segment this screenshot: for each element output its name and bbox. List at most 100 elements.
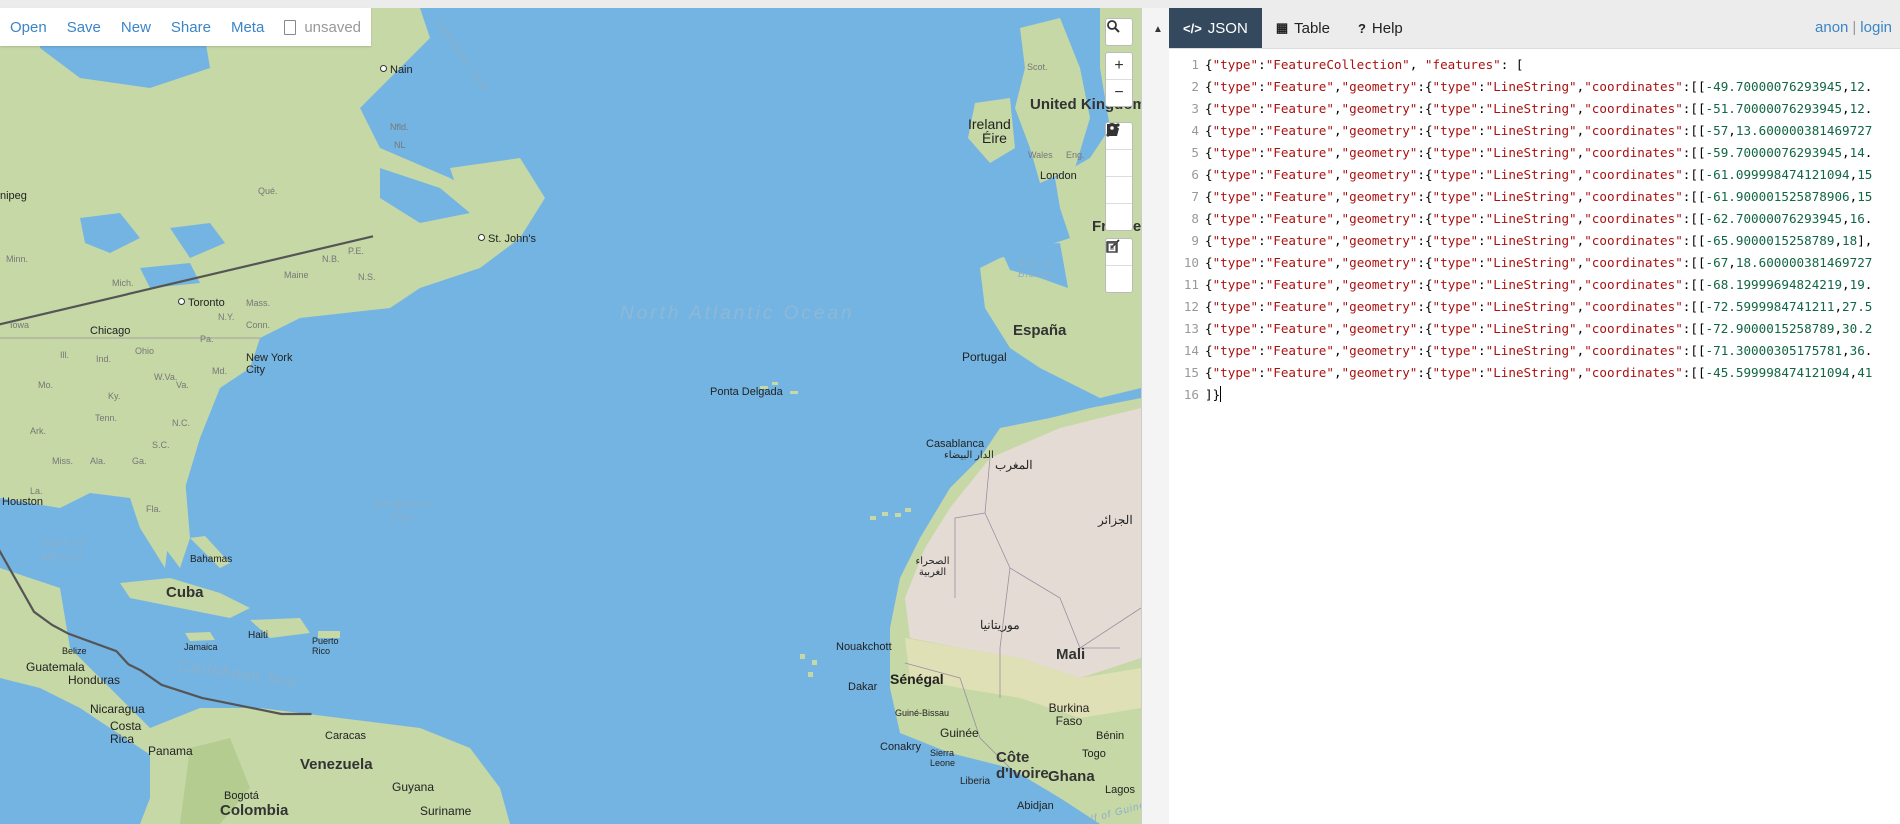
editor-line[interactable]: 6 {"type":"Feature","geometry":{"type":"L… [1169,164,1900,186]
label-que: Qué. [258,186,278,196]
label-dakar: Dakar [848,681,878,693]
editor-line[interactable]: 12 {"type":"Feature","geometry":{"type":"… [1169,296,1900,318]
zoom-control[interactable]: + − [1105,52,1133,107]
editor-line[interactable]: 4 {"type":"Feature","geometry":{"type":"L… [1169,120,1900,142]
jamaica [185,632,215,641]
label-iowa: Iowa [10,320,30,330]
line-number: 6 [1191,167,1199,182]
map[interactable]: Labrador Sea North Atlantic Ocean Sargas… [0,8,1141,824]
label-mali: Mali [1056,646,1086,663]
label-mo: Mo. [38,380,54,390]
auth-links: anon | login [1815,19,1892,36]
label-toronto: Toronto [178,297,225,309]
label-ghana: Ghana [1048,768,1095,785]
tab-json[interactable]: </> JSON [1169,8,1262,48]
table-icon: ▦ [1275,20,1289,35]
label-pa: Pa. [200,334,214,344]
editor-line[interactable]: 2 {"type":"Feature","geometry":{"type":"L… [1169,76,1900,98]
editor-line[interactable]: 14 {"type":"Feature","geometry":{"type":"… [1169,340,1900,362]
zoom-out-button[interactable]: − [1106,79,1132,106]
label-nc: N.C. [172,418,190,428]
tab-help-label: Help [1371,19,1403,37]
anon-link[interactable]: anon [1815,19,1848,36]
label-espana: España [1013,322,1067,339]
menu-new[interactable]: New [121,19,151,36]
editor-line[interactable]: 5 {"type":"Feature","geometry":{"type":"L… [1169,142,1900,164]
label-portugal: Portugal [962,350,1007,364]
json-editor[interactable]: 1 {"type":"FeatureCollection", "features"… [1169,54,1900,406]
line-number: 5 [1191,145,1199,160]
tab-help[interactable]: ? Help [1344,8,1417,48]
menu-share[interactable]: Share [171,19,211,36]
editor-line[interactable]: 15 {"type":"Feature","geometry":{"type":"… [1169,362,1900,384]
editor-line[interactable]: 3 {"type":"Feature","geometry":{"type":"L… [1169,98,1900,120]
draw-polygon-button[interactable] [1106,124,1132,176]
label-chicago: Chicago [90,325,131,337]
editor-line[interactable]: 11 {"type":"Feature","geometry":{"type":"… [1169,274,1900,296]
label-nfld: Nfld. [390,122,409,132]
delete-layers-button[interactable] [1106,241,1132,292]
line-text: {"type":"Feature","geometry":{"type":"Li… [1205,211,1873,226]
florida [165,478,190,568]
editor-line[interactable]: 9 {"type":"Feature","geometry":{"type":"L… [1169,230,1900,252]
edit-toolbar[interactable] [1105,238,1133,293]
label-nl: NL [394,140,406,150]
line-number: 14 [1183,343,1199,358]
line-number: 8 [1191,211,1199,226]
line-number: 4 [1191,123,1199,138]
line-text: {"type":"Feature","geometry":{"type":"Li… [1205,145,1873,160]
draw-marker-button[interactable] [1106,123,1132,230]
label-belize: Belize [62,646,87,656]
label-western-sahara-ar: الصحراء الغربية [915,556,950,578]
menu-meta[interactable]: Meta [231,19,264,36]
label-eng: Eng. [1066,150,1085,160]
editor-line[interactable]: 10 {"type":"Feature","geometry":{"type":"… [1169,252,1900,274]
editor-line[interactable]: 16]} [1169,384,1900,406]
line-text: {"type":"Feature","geometry":{"type":"Li… [1205,123,1873,138]
editor-line[interactable]: 8 {"type":"Feature","geometry":{"type":"L… [1169,208,1900,230]
panel-divider[interactable] [1141,8,1170,824]
label-costa-rica: Costa Rica [110,719,142,746]
label-mass: Mass. [246,298,271,308]
editor-line[interactable]: 13 {"type":"Feature","geometry":{"type":"… [1169,318,1900,340]
label-ponta-delgada: Ponta Delgada [710,386,783,398]
label-morocco-ar: المغرب [995,458,1033,472]
login-link[interactable]: login [1860,19,1892,36]
line-text: {"type":"Feature","geometry":{"type":"Li… [1205,343,1873,358]
label-tenn: Tenn. [95,413,118,423]
draw-toolbar[interactable] [1105,122,1133,231]
editor-line[interactable]: 1 {"type":"FeatureCollection", "features"… [1169,54,1900,76]
label-london: London [1040,170,1077,182]
line-text: {"type":"Feature","geometry":{"type":"Li… [1205,189,1873,204]
label-sargasso-sea: Sargasso Sea [372,496,432,524]
label-honduras: Honduras [68,673,121,687]
label-caracas: Caracas [325,730,366,742]
label-liberia: Liberia [960,776,991,787]
label-abidjan: Abidjan [1017,800,1054,812]
collapse-arrow-icon[interactable]: ▲ [1153,24,1163,35]
line-text: {"type":"Feature","geometry":{"type":"Li… [1205,233,1873,248]
label-conn: Conn. [246,320,271,330]
label-bay-of-biscay: Bay of Biscay [1018,258,1054,280]
label-minn: Minn. [6,254,29,264]
code-icon: </> [1183,20,1202,36]
line-number: 7 [1191,189,1199,204]
zoom-in-button[interactable]: + [1106,53,1132,79]
label-scot: Scot. [1027,62,1048,72]
label-ind: Ind. [96,354,112,364]
menu-save[interactable]: Save [67,19,101,36]
label-va: Va. [176,380,189,390]
label-nain: Nain [380,64,413,76]
label-conakry: Conakry [880,741,921,753]
tab-table[interactable]: ▦ Table [1262,8,1344,48]
map-search-button[interactable] [1106,19,1132,45]
map-search-control[interactable] [1105,18,1133,46]
label-new-york-city: New York City [246,352,293,376]
editor-line[interactable]: 7 {"type":"Feature","geometry":{"type":"L… [1169,186,1900,208]
tab-table-label: Table [1294,19,1330,37]
marker-icon [1107,123,1117,136]
label-fla: Fla. [146,504,162,514]
label-nouakchott: Nouakchott [836,641,892,653]
draw-rectangle-button[interactable] [1106,124,1132,203]
menu-open[interactable]: Open [10,19,47,36]
